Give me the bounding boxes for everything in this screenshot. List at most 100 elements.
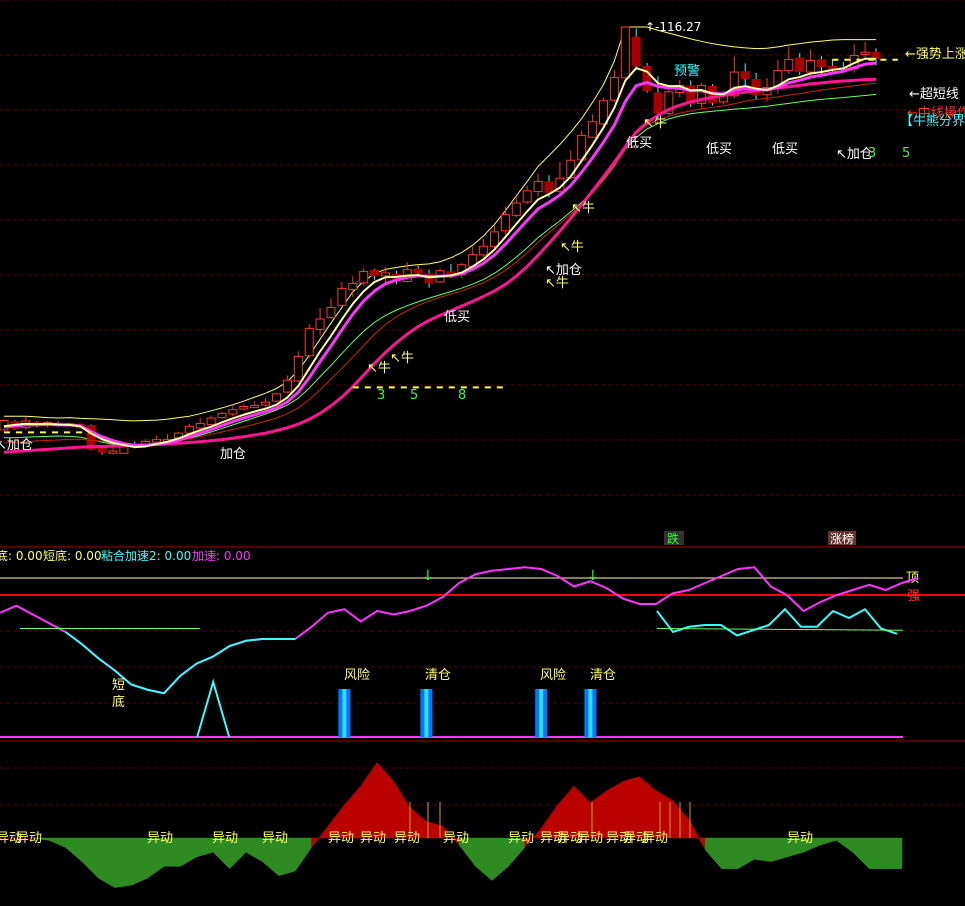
chart-annotation: ↖牛 [545, 276, 569, 291]
candle [697, 82, 707, 108]
chart-annotation: 低买 [626, 136, 652, 151]
momentum-segment [672, 799, 690, 839]
candle [609, 70, 619, 103]
candle-body-up [479, 245, 489, 256]
ultra-short-highlight [3, 58, 876, 448]
chart-annotation: 5 [902, 146, 910, 161]
candle [751, 72, 761, 100]
main-panel: ↖加仓加仓↖牛↖牛低买↖加仓↖牛↖牛↖牛↖牛低买预警低买 低买 ↖加仓3 53 5 8 ↑… [0, 0, 965, 546]
candle-body-up [282, 379, 292, 393]
bond-accel-line [656, 607, 898, 637]
abnormal-move-label: 异动 [394, 831, 420, 846]
indicator-annotation: 清仓 [590, 668, 616, 683]
chart-annotation: 8 [458, 388, 466, 403]
signal-bar-core [588, 689, 593, 737]
candle [228, 405, 238, 417]
momentum-segment [376, 761, 394, 839]
chart-annotation: 低买 [772, 142, 798, 157]
candle [239, 404, 249, 411]
momentum-segment [48, 837, 66, 848]
mid-term-line [3, 82, 877, 445]
candle [326, 298, 336, 319]
signal-bar-core [539, 689, 544, 737]
candle-body-down [817, 59, 826, 68]
momentum-segment [885, 837, 903, 869]
flat-line [656, 628, 904, 631]
candle [533, 173, 543, 197]
candle-body-up [522, 190, 532, 203]
momentum-segment [688, 819, 706, 850]
momentum-segment [819, 837, 837, 846]
candle [795, 53, 805, 75]
momentum-segment [737, 837, 755, 870]
candle-body-up [250, 404, 260, 408]
candle [381, 267, 390, 283]
momentum-segment [114, 837, 132, 888]
momentum-segment [98, 837, 116, 888]
momentum-segment [245, 837, 263, 863]
candle [631, 28, 641, 71]
momentum-area [0, 761, 903, 888]
chart-annotation: ↖牛 [643, 116, 667, 131]
bottom-panel: 异动异动 异动 异动 异动 异动 异动 异动 异动 异动 异动异动异动 异动异动异动 异动 [0, 761, 965, 888]
chart-annotation: ↖牛 [560, 240, 584, 255]
candle [740, 63, 750, 86]
candle [348, 276, 358, 298]
momentum-segment [180, 837, 198, 867]
momentum-segment [81, 837, 99, 879]
candle [620, 26, 630, 79]
candle-body-up [860, 51, 870, 55]
candle-body-up [500, 214, 510, 232]
momentum-segment [606, 780, 624, 839]
bottom-gridlines [0, 767, 965, 806]
label-bull-bear: 【牛熊分界 [900, 113, 965, 129]
momentum-segment [852, 837, 870, 870]
legend-accel: 加速: 0.00 [192, 549, 251, 563]
chart-annotation: 加仓 [220, 447, 246, 462]
candle [272, 392, 281, 403]
candle-body-up [304, 327, 314, 357]
right-labels: ←强势上涨 ←超短线 ←中线操作 【牛熊分界 [900, 46, 965, 129]
candle-body-down [653, 92, 663, 114]
top-markers: 跌 涨榜 [664, 531, 856, 546]
signal-bar-core [424, 689, 429, 737]
chart-annotation: 预警 [674, 63, 700, 79]
candle-body-down [740, 71, 750, 80]
candle-body-up [261, 401, 271, 406]
momentum-segment [196, 837, 214, 858]
main-annotations: ↖加仓加仓↖牛↖牛低买↖加仓↖牛↖牛↖牛↖牛低买预警低买 低买 ↖加仓3 53 5 8 [0, 63, 910, 462]
indicator-annotation: 底 [112, 694, 125, 710]
candle-body-down [827, 65, 837, 69]
bull-bear-line [3, 77, 877, 454]
candle-body-up [511, 202, 521, 216]
chart-annotation: 3 [868, 146, 876, 161]
signal-spikes [196, 678, 597, 738]
candle-body-down [97, 447, 107, 453]
candle-body-up [348, 282, 358, 290]
candle-body-up [152, 439, 162, 443]
high-price-label: ↑-116.27 [645, 20, 701, 34]
candle [250, 401, 260, 409]
candle-body-up [228, 409, 238, 415]
abnormal-move-label: 异动 [212, 831, 238, 846]
candle [522, 186, 532, 205]
momentum-segment [491, 837, 509, 882]
abnormal-move-label: 异动 [642, 831, 668, 846]
candle [784, 46, 794, 74]
candle [195, 417, 205, 430]
indicator-legend: 底: 0.00 短底: 0.00 粘合加速2: 0.00 加速: 0.00 [0, 548, 251, 563]
ultra-short-line [3, 57, 876, 449]
chart-annotation: 3 [377, 388, 385, 403]
momentum-segment [704, 837, 722, 870]
candle [370, 268, 380, 280]
accel-line [0, 566, 919, 695]
indicator-annotation: 短 [112, 678, 125, 693]
label-ultra-short: ←超短线 [909, 87, 959, 102]
candle-body-up [184, 425, 194, 434]
candle [479, 238, 489, 258]
candle [304, 324, 314, 358]
momentum-segment [868, 837, 886, 869]
abnormal-move-label: 异动 [16, 831, 42, 846]
candle-body-up [806, 60, 816, 73]
candle-body-up [490, 231, 499, 247]
